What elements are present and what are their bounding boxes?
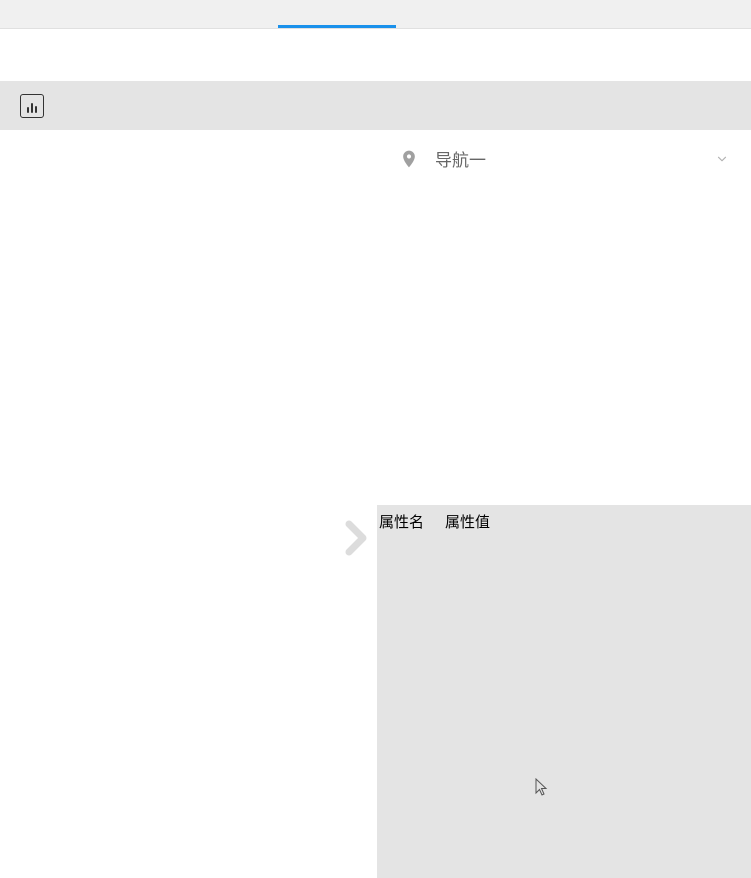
nav-item-one[interactable]: 导航一	[377, 130, 751, 187]
toolbar	[0, 81, 751, 130]
header-spacer	[0, 29, 751, 81]
chart-icon-bar	[31, 103, 33, 113]
chart-button[interactable]	[20, 94, 44, 118]
left-panel	[0, 130, 377, 878]
chart-icon-bar	[35, 106, 37, 113]
navigation-section: 导航一	[377, 130, 751, 505]
chevron-down-icon	[713, 150, 731, 168]
properties-header: 属性名 属性值	[377, 505, 751, 538]
location-pin-icon	[397, 147, 421, 171]
main-area: 导航一 属性名 属性值	[0, 130, 751, 878]
properties-section: 属性名 属性值	[377, 505, 751, 878]
tab-bar	[0, 0, 751, 29]
chart-icon-bar	[27, 107, 29, 113]
active-tab-indicator	[278, 25, 396, 28]
right-panel: 导航一 属性名 属性值	[377, 130, 751, 878]
panel-expand-handle[interactable]	[343, 518, 371, 558]
nav-item-label: 导航一	[435, 146, 713, 171]
properties-col-name: 属性名	[377, 511, 443, 532]
chevron-right-icon	[345, 520, 369, 556]
properties-col-value: 属性值	[443, 511, 490, 532]
